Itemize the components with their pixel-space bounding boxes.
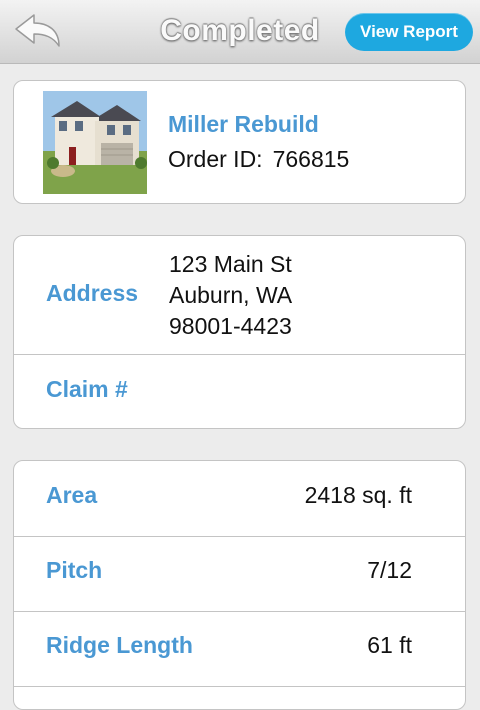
claim-label: Claim #	[46, 376, 128, 402]
address-label: Address	[46, 280, 139, 306]
metric-value: 2418 sq. ft	[304, 482, 412, 508]
measurements-card: Area 2418 sq. ft Pitch 7/12 Ridge Length…	[13, 460, 466, 710]
address-row: Address 123 Main St Auburn, WA 98001-442…	[14, 236, 465, 354]
order-id-value: 766815	[272, 146, 350, 172]
address-value: 123 Main St Auburn, WA 98001-4423	[169, 249, 292, 342]
house-thumbnail	[43, 91, 147, 194]
order-summary-card[interactable]: Miller Rebuild Order ID: 766815	[13, 80, 466, 204]
metric-row-pitch: Pitch 7/12	[14, 536, 465, 612]
order-id-line: Order ID: 766815	[168, 146, 349, 173]
navigation-bar: Completed View Report	[0, 0, 480, 64]
metric-row-ridge-length: Ridge Length 61 ft	[14, 611, 465, 687]
order-id-label: Order ID:	[168, 146, 263, 172]
metric-value: 61 ft	[367, 632, 412, 658]
address-line: 98001-4423	[169, 313, 292, 339]
metric-label: Area	[46, 482, 98, 508]
address-card: Address 123 Main St Auburn, WA 98001-442…	[13, 235, 466, 429]
metric-label: Ridge Length	[46, 632, 193, 658]
metric-label: Pitch	[46, 557, 103, 583]
metric-row-area: Area 2418 sq. ft	[14, 461, 465, 536]
metric-value: 7/12	[367, 557, 412, 583]
project-name: Miller Rebuild	[168, 111, 319, 137]
claim-row[interactable]: Claim #	[14, 354, 465, 428]
address-line: 123 Main St	[169, 251, 292, 277]
view-report-button[interactable]: View Report	[345, 13, 473, 51]
address-line: Auburn, WA	[169, 282, 293, 308]
